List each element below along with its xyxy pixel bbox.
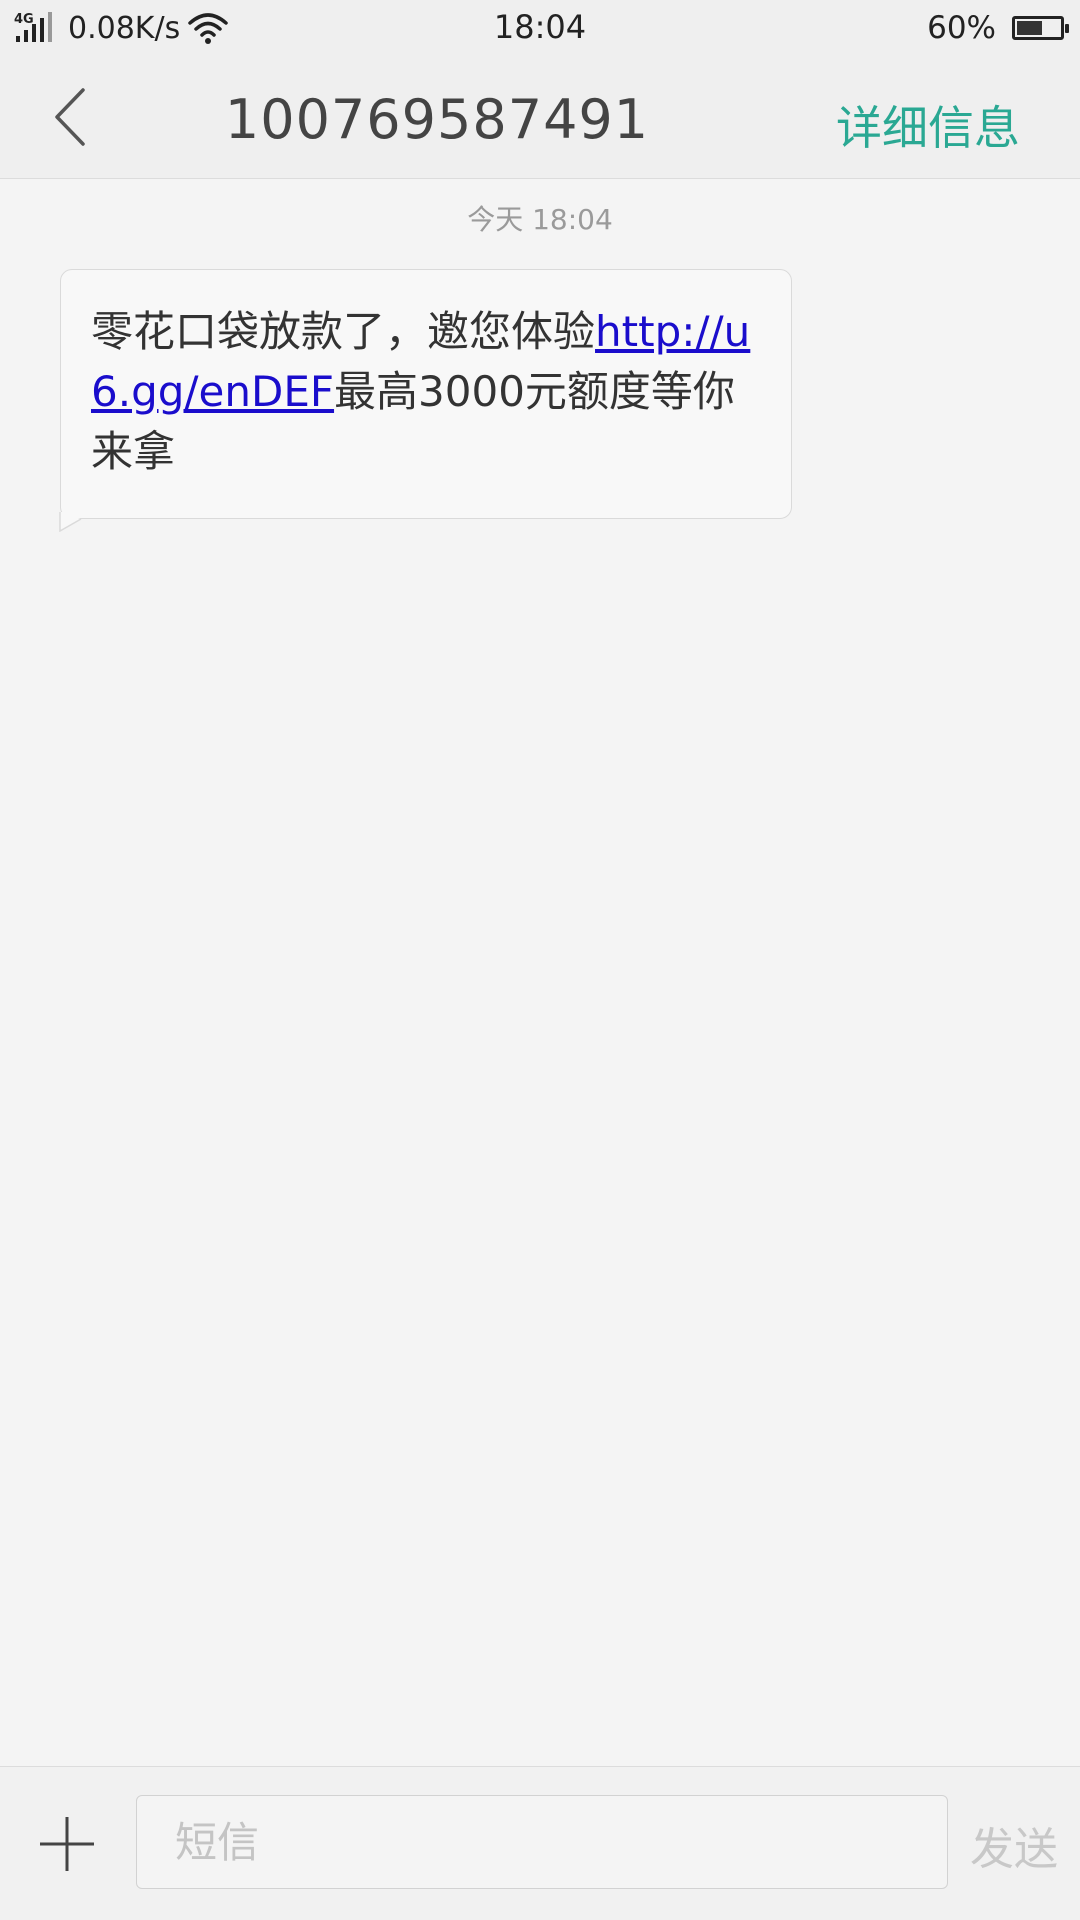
battery-fill [1017,21,1042,35]
contact-number: 100769587491 [224,88,650,151]
status-right: 60% [927,8,1069,48]
message-date: 今天 18:04 [467,203,613,236]
bubble-tail [59,512,82,532]
message-text-before: 零花口袋放款了，邀您体验 [91,307,596,356]
compose-bar: 发送 [0,1766,1080,1920]
message-text: 零花口袋放款了，邀您体验http://u6.gg/enDEF最高3000元额度等… [91,302,771,482]
battery-percent: 60% [927,10,996,46]
status-time: 18:04 [493,8,587,46]
status-bar: 4G 0.08K/s 18:04 60% [0,0,1080,56]
send-button[interactable]: 发送 [970,1813,1058,1877]
message-bubble[interactable]: 零花口袋放款了，邀您体验http://u6.gg/enDEF最高3000元额度等… [60,269,792,519]
battery-icon [1012,16,1069,40]
details-button[interactable]: 详细信息 [836,92,1020,158]
sms-conversation-screen: 4G 0.08K/s 18:04 60% 100769587491 详细信息 今… [0,0,1080,1920]
plus-icon[interactable] [38,1815,96,1873]
sms-input[interactable] [136,1795,948,1889]
conversation-header: 100769587491 详细信息 [0,56,1080,179]
